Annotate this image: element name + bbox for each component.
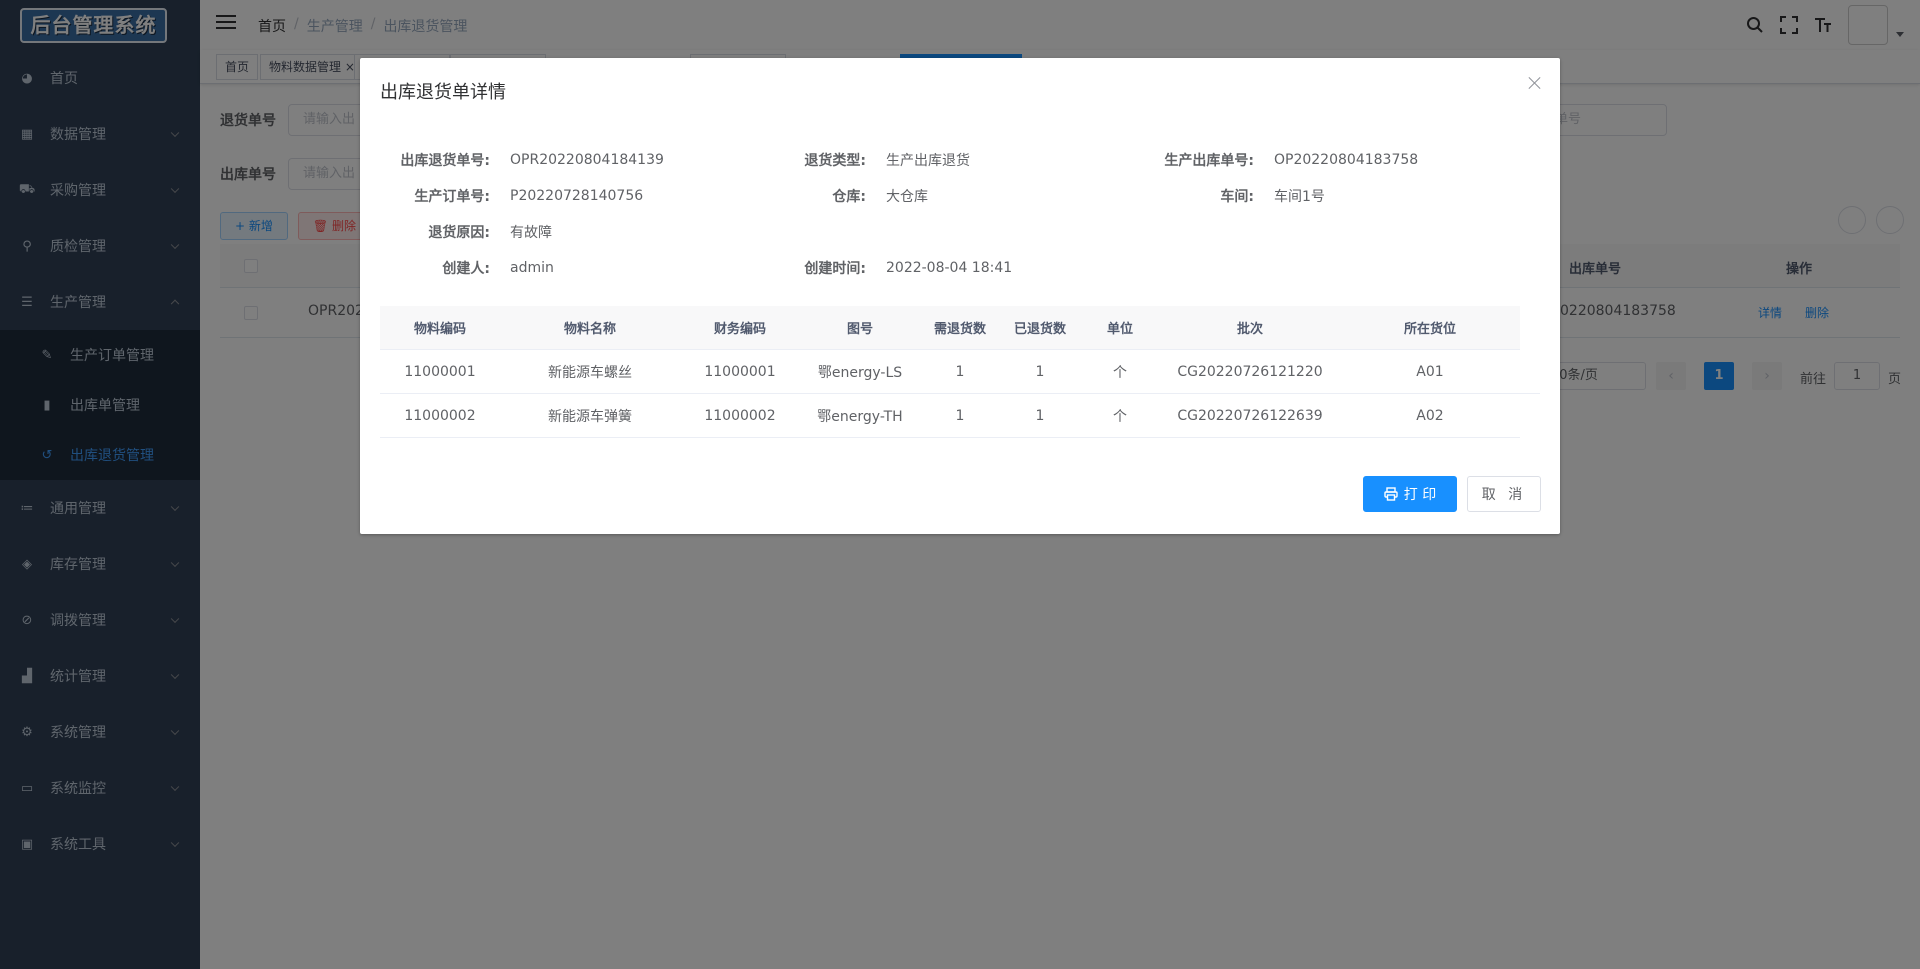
field-label: 创建人: xyxy=(442,261,490,277)
table-cell: 个 xyxy=(1113,408,1127,425)
field-value: 有故障 xyxy=(510,225,552,241)
column-header: 所在货位 xyxy=(1403,322,1456,337)
field-value: 2022-08-04 18:41 xyxy=(886,260,1013,276)
table-cell: 11000002 xyxy=(704,407,776,424)
column-header: 批次 xyxy=(1236,322,1263,337)
table-cell: 鄂energy-LS xyxy=(817,364,903,381)
column-header: 需退货数 xyxy=(933,322,986,337)
field-value: P20220728140756 xyxy=(510,188,644,204)
field-label: 退货类型: xyxy=(804,153,866,169)
print-label: 打 印 xyxy=(1403,487,1437,503)
field-label: 创建时间: xyxy=(804,261,866,277)
table-cell: CG20220726121220 xyxy=(1177,363,1323,380)
field-value: 车间1号 xyxy=(1274,189,1325,205)
column-header: 物料编码 xyxy=(413,322,466,337)
field-value: 大仓库 xyxy=(886,189,928,205)
table-cell: 1 xyxy=(955,363,965,380)
field-created-time: 创建时间: 2022-08-04 18:41 xyxy=(756,258,1012,278)
print-button[interactable]: 打 印 xyxy=(1363,476,1457,512)
field-value: OPR20220804184139 xyxy=(510,152,664,168)
table-cell: 1 xyxy=(1035,407,1045,424)
table-cell: 1 xyxy=(955,407,965,424)
field-creator: 创建人: admin xyxy=(380,258,554,278)
table-cell: 新能源车螺丝 xyxy=(548,364,632,381)
field-label: 生产出库单号: xyxy=(1164,153,1254,169)
field-warehouse: 仓库: 大仓库 xyxy=(756,186,928,206)
table-cell: 鄂energy-TH xyxy=(817,408,903,425)
field-outbound-no: 生产出库单号: OP20220804183758 xyxy=(1132,150,1418,170)
table-cell: 新能源车弹簧 xyxy=(548,408,632,425)
table-header: 物料编码 物料名称 财务编码 图号 需退货数 已退货数 单位 批次 所在货位 xyxy=(380,306,1520,350)
field-value: 生产出库退货 xyxy=(886,153,970,169)
field-label: 出库退货单号: xyxy=(400,153,490,169)
field-label: 仓库: xyxy=(832,189,866,205)
table-cell: 11000001 xyxy=(704,363,776,380)
dialog-title: 出库退货单详情 xyxy=(380,82,506,103)
return-detail-dialog: 出库退货单详情 出库退货单号: OPR20220804184139 退货类型: … xyxy=(360,58,1560,534)
close-icon[interactable] xyxy=(1528,76,1542,90)
field-label: 车间: xyxy=(1220,189,1254,205)
field-label: 退货原因: xyxy=(428,225,490,241)
field-value: OP20220804183758 xyxy=(1274,152,1419,168)
table-cell: A01 xyxy=(1416,363,1444,380)
column-header: 单位 xyxy=(1106,322,1133,337)
field-label: 生产订单号: xyxy=(414,189,490,205)
column-header: 物料名称 xyxy=(563,322,616,337)
table-row: 11000001 新能源车螺丝 11000001 鄂energy-LS 1 1 … xyxy=(380,350,1520,394)
table-cell: A02 xyxy=(1416,407,1444,424)
table-cell: 1 xyxy=(1035,363,1045,380)
material-detail-table: 物料编码 物料名称 财务编码 图号 需退货数 已退货数 单位 批次 所在货位 1… xyxy=(380,306,1540,438)
column-header: 图号 xyxy=(846,322,873,337)
column-header: 已退货数 xyxy=(1013,322,1066,337)
cancel-button[interactable]: 取 消 xyxy=(1467,476,1541,512)
field-return-type: 退货类型: 生产出库退货 xyxy=(756,150,970,170)
table-row: 11000002 新能源车弹簧 11000002 鄂energy-TH 1 1 … xyxy=(380,394,1520,438)
table-cell: 11000002 xyxy=(404,407,476,424)
table-cell: 11000001 xyxy=(404,363,476,380)
column-header: 财务编码 xyxy=(713,322,766,337)
table-cell: 个 xyxy=(1113,364,1127,381)
printer-icon xyxy=(1384,487,1398,501)
table-border xyxy=(1520,393,1540,394)
field-workshop: 车间: 车间1号 xyxy=(1132,186,1325,206)
field-return-no: 出库退货单号: OPR20220804184139 xyxy=(380,150,664,170)
table-cell: CG20220726122639 xyxy=(1177,407,1323,424)
field-order-no: 生产订单号: P20220728140756 xyxy=(380,186,643,206)
field-value: admin xyxy=(510,260,554,276)
field-reason: 退货原因: 有故障 xyxy=(380,222,552,242)
